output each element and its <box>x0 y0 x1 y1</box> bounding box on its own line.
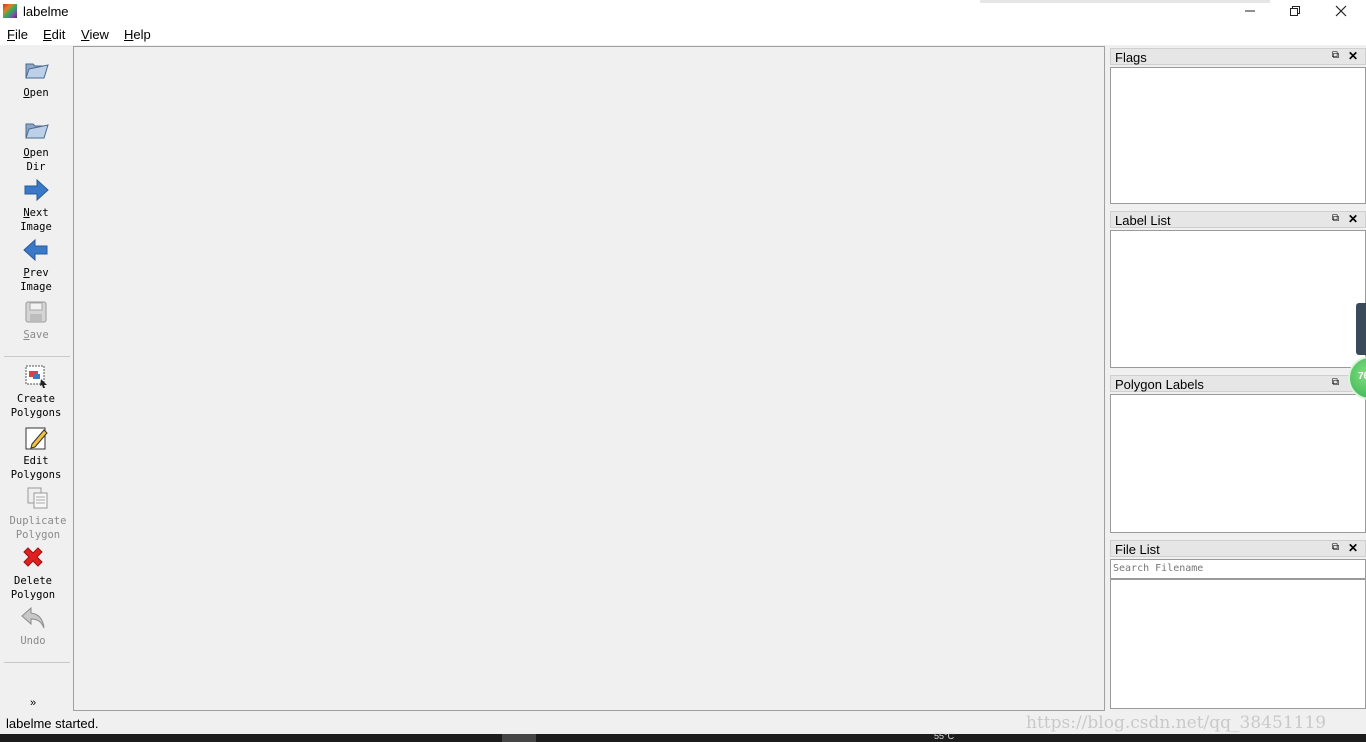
float-dock-icon[interactable]: ⧉ <box>1332 542 1339 553</box>
open-dir-label-2: Dir <box>26 161 46 173</box>
menu-file-label: ile <box>14 27 28 42</box>
close-dock-icon[interactable]: ✕ <box>1348 49 1358 63</box>
undo-label: Undo <box>20 635 46 647</box>
side-gauge-widget[interactable] <box>1356 303 1366 355</box>
next-label-2: Image <box>20 221 52 233</box>
menu-edit-label: dit <box>51 27 66 42</box>
float-dock-icon[interactable]: ⧉ <box>1332 213 1339 224</box>
save-disk-icon <box>25 301 47 323</box>
menu-edit[interactable]: Edit <box>43 27 65 42</box>
edit-label-1: Edit <box>23 455 49 467</box>
next-image-button[interactable]: Next Image <box>0 176 72 234</box>
window-title: labelme <box>23 4 69 19</box>
open-dir-button[interactable]: Open Dir <box>0 116 72 174</box>
minimize-icon <box>1245 10 1255 12</box>
open-dir-folder-icon <box>25 123 49 139</box>
edit-label-2: Polygons <box>10 469 62 481</box>
flags-dock-title: Flags ⧉ ✕ <box>1110 48 1366 65</box>
file-list-dock-title: File List ⧉ ✕ <box>1110 540 1366 557</box>
file-list[interactable] <box>1110 579 1366 709</box>
menu-help-label: elp <box>133 27 151 42</box>
label-list-dock: Label List ⧉ ✕ <box>1110 211 1366 368</box>
menu-help-accel: H <box>124 27 134 42</box>
edit-pencil-icon <box>25 427 48 450</box>
menu-view[interactable]: View <box>81 27 109 42</box>
open-button[interactable]: Open <box>0 56 72 100</box>
os-taskbar: 55°C <box>0 731 1366 742</box>
restore-icon <box>1290 6 1300 16</box>
float-dock-icon[interactable]: ⧉ <box>1332 50 1339 61</box>
toolbar-separator-bottom <box>4 662 70 663</box>
prev-image-button[interactable]: Prev Image <box>0 236 72 294</box>
create-label-2: Polygons <box>10 407 62 419</box>
next-label-1: ext <box>29 207 49 219</box>
file-list-dock: File List ⧉ ✕ Search Filename <box>1110 540 1366 709</box>
title-bar: labelme <box>0 0 1366 23</box>
polygon-labels-dock: Polygon Labels ⧉ <box>1110 375 1366 533</box>
restore-button[interactable] <box>1272 0 1318 22</box>
menu-edit-accel: E <box>43 27 52 42</box>
close-dock-icon[interactable]: ✕ <box>1348 541 1358 555</box>
labelme-app-icon <box>3 4 17 18</box>
status-message: labelme started. <box>6 716 99 731</box>
float-dock-icon[interactable]: ⧉ <box>1332 377 1339 388</box>
tools-toolbar: Open Open Dir Next Image Prev Image Save <box>0 46 72 711</box>
floating-monitor-value: 76 <box>1358 371 1366 382</box>
menu-file[interactable]: File <box>7 27 28 42</box>
menu-file-accel: F <box>7 27 15 42</box>
arrow-right-icon <box>24 178 49 202</box>
close-window-button[interactable] <box>1318 0 1364 22</box>
close-dock-icon[interactable]: ✕ <box>1348 212 1358 226</box>
duplicate-icon <box>27 487 48 509</box>
open-label: pen <box>29 87 49 99</box>
delete-polygon-button[interactable]: Delete Polygon <box>0 544 69 602</box>
duplicate-label-2: Polygon <box>15 529 61 541</box>
minimize-button[interactable] <box>1227 0 1273 22</box>
create-polygon-icon <box>25 365 47 388</box>
file-list-title: File List <box>1115 542 1160 557</box>
taskbar-temperature: 55°C <box>934 731 955 741</box>
prev-label-1: rev <box>29 267 49 279</box>
menu-bar: File Edit View Help <box>0 23 1366 45</box>
delete-label-2: Polygon <box>10 589 56 601</box>
status-bar: labelme started. https://blog.csdn.net/q… <box>0 712 1366 734</box>
polygon-labels-list[interactable] <box>1110 394 1366 533</box>
toolbar-separator <box>4 356 70 357</box>
close-icon <box>1335 5 1347 17</box>
undo-arrow-icon <box>21 606 45 629</box>
undo-button[interactable]: Undo <box>0 604 69 648</box>
flags-list[interactable] <box>1110 67 1366 204</box>
search-filename-input[interactable]: Search Filename <box>1110 559 1366 579</box>
save-label: ave <box>29 329 49 341</box>
label-list-title: Label List <box>1115 213 1171 228</box>
menu-view-label: iew <box>89 27 109 42</box>
duplicate-polygon-button[interactable]: Duplicate Polygon <box>2 484 74 542</box>
label-list-dock-title: Label List ⧉ ✕ <box>1110 211 1366 228</box>
image-canvas[interactable] <box>73 46 1105 711</box>
delete-x-icon <box>23 547 43 567</box>
delete-label-1: Delete <box>14 575 52 587</box>
create-polygons-button[interactable]: Create Polygons <box>0 362 72 420</box>
watermark-text: https://blog.csdn.net/qq_38451119 <box>1026 713 1327 733</box>
save-button[interactable]: Save <box>0 298 72 342</box>
open-dir-label-1: pen <box>29 147 49 159</box>
label-list[interactable] <box>1110 230 1366 368</box>
polygon-labels-dock-title: Polygon Labels ⧉ <box>1110 375 1366 392</box>
arrow-left-icon <box>23 238 48 262</box>
flags-dock: Flags ⧉ ✕ <box>1110 48 1366 204</box>
create-label-1: Create <box>17 393 55 405</box>
open-folder-icon <box>25 63 49 79</box>
polygon-labels-title: Polygon Labels <box>1115 377 1204 392</box>
flags-title: Flags <box>1115 50 1147 65</box>
toolbar-extension-chevron-icon[interactable]: » <box>30 697 36 709</box>
taskbar-active-item[interactable] <box>502 734 536 742</box>
duplicate-label-1: Duplicate <box>9 515 67 527</box>
menu-help[interactable]: Help <box>124 27 151 42</box>
prev-label-2: Image <box>20 281 52 293</box>
edit-polygons-button[interactable]: Edit Polygons <box>0 424 72 482</box>
